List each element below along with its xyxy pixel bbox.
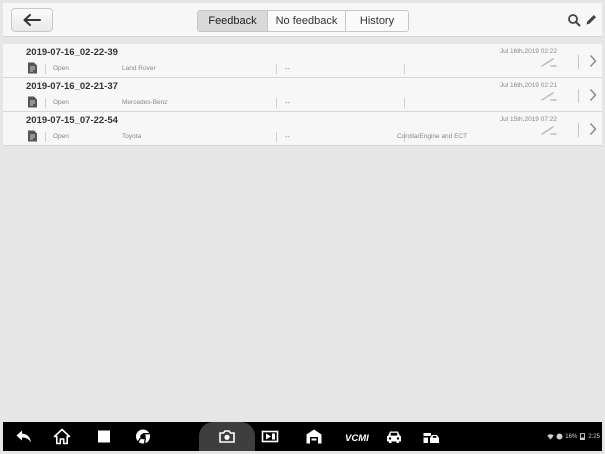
status-bar: 16% 2:25 xyxy=(547,431,600,442)
recent-apps-icon[interactable] xyxy=(95,428,113,445)
record-status: Open xyxy=(53,133,69,140)
back-button[interactable] xyxy=(11,8,53,32)
record-system: Corolla/Engine and ECT xyxy=(397,133,468,140)
record-date: Jul 16th,2019 02:22 xyxy=(499,48,557,55)
record-id: 2019-07-16_02-22-39 xyxy=(26,47,118,58)
column-divider xyxy=(276,98,277,108)
record-row[interactable]: 2019-07-15_07-22-54 Jul 15th,2019 07:22 … xyxy=(3,112,602,146)
column-divider xyxy=(404,64,405,74)
chrome-icon[interactable] xyxy=(134,428,152,445)
record-list: 2019-07-16_02-22-39 Jul 16th,2019 02:22 … xyxy=(3,44,602,146)
column-divider xyxy=(45,98,46,108)
chevron-right-icon[interactable] xyxy=(589,122,597,136)
column-divider xyxy=(276,64,277,74)
column-divider xyxy=(578,123,579,137)
svg-text:VCMI: VCMI xyxy=(345,433,369,444)
record-id: 2019-07-15_07-22-54 xyxy=(26,115,118,126)
vci-icon[interactable]: VCMI xyxy=(344,428,370,445)
bottom-navigation-bar: VCMI 16% 2:25 xyxy=(3,422,602,451)
column-divider xyxy=(404,98,405,108)
record-status: Open xyxy=(53,99,69,106)
tab-no-feedback[interactable]: No feedback xyxy=(268,11,346,31)
signature-icon xyxy=(541,92,557,101)
signature-icon xyxy=(541,58,557,67)
record-model: -- xyxy=(285,132,290,141)
screen: Feedback No feedback History 2019-07-16_… xyxy=(0,0,605,454)
bluetooth-icon xyxy=(556,433,563,440)
column-divider xyxy=(45,132,46,142)
record-row[interactable]: 2019-07-16_02-21-37 Jul 16th,2019 02:21 … xyxy=(3,78,602,112)
record-date: Jul 16th,2019 02:21 xyxy=(499,82,557,89)
home-icon[interactable] xyxy=(53,428,71,445)
record-date: Jul 15th,2019 07:22 xyxy=(499,116,557,123)
column-divider xyxy=(276,132,277,142)
car-icon[interactable] xyxy=(385,428,403,445)
record-make: Mercedes-Benz xyxy=(122,99,168,106)
column-divider xyxy=(578,89,579,103)
search-icon[interactable] xyxy=(567,13,581,27)
battery-icon xyxy=(580,433,586,440)
record-row[interactable]: 2019-07-16_02-22-39 Jul 16th,2019 02:22 … xyxy=(3,44,602,78)
record-status: Open xyxy=(53,65,69,72)
record-id: 2019-07-16_02-21-37 xyxy=(26,81,118,92)
clock: 2:25 xyxy=(588,433,600,440)
edit-icon[interactable] xyxy=(584,13,598,27)
record-model: -- xyxy=(285,64,290,73)
back-arrow-icon xyxy=(23,14,41,26)
report-icon xyxy=(28,62,37,74)
screen-record-icon[interactable] xyxy=(261,428,279,445)
signature-icon xyxy=(541,126,557,135)
back-icon[interactable] xyxy=(15,428,33,445)
garage-icon[interactable] xyxy=(305,428,323,445)
top-toolbar: Feedback No feedback History xyxy=(3,3,602,37)
vehicle-service-icon[interactable] xyxy=(422,428,440,445)
report-icon xyxy=(28,96,37,108)
camera-icon[interactable] xyxy=(218,428,236,445)
column-divider xyxy=(45,64,46,74)
tab-history[interactable]: History xyxy=(346,11,408,31)
tab-group: Feedback No feedback History xyxy=(197,10,409,32)
report-icon xyxy=(28,130,37,142)
column-divider xyxy=(578,55,579,69)
record-model: -- xyxy=(285,98,290,107)
tab-feedback[interactable]: Feedback xyxy=(198,11,268,31)
record-make: Toyota xyxy=(122,133,142,140)
chevron-right-icon[interactable] xyxy=(589,54,597,68)
record-make: Land Rover xyxy=(122,65,156,72)
chevron-right-icon[interactable] xyxy=(589,88,597,102)
battery-level: 16% xyxy=(565,433,578,440)
wifi-icon xyxy=(547,434,554,440)
